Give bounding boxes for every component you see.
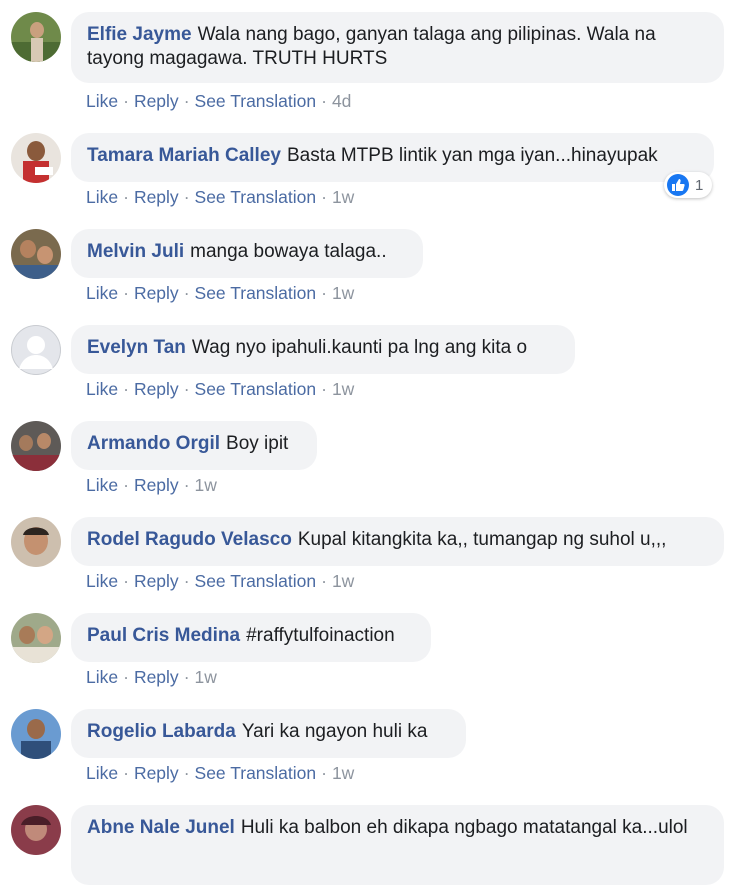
reply-link[interactable]: Reply [134,763,179,783]
like-link[interactable]: Like [86,379,118,399]
reply-link[interactable]: Reply [134,571,179,591]
comment-actions: Like · Reply · See Translation · 1w [86,283,355,303]
comment-actions: Like · Reply · See Translation · 1w [86,379,355,399]
reaction-count: 1 [695,176,704,194]
comment-bubble: Paul Cris Medina #raffytulfoinaction [71,613,431,662]
see-translation-link[interactable]: See Translation [195,571,317,591]
comment-text: Yari ka ngayon huli ka [241,721,428,742]
default-avatar-icon[interactable] [11,325,61,375]
comment-actions: Like · Reply · See Translation · 4d [86,91,352,111]
like-link[interactable]: Like [86,475,118,495]
like-link[interactable]: Like [86,187,118,207]
comment-author[interactable]: Abne Nale Junel [87,817,235,838]
avatar[interactable] [11,613,61,663]
avatar[interactable] [11,133,61,183]
reply-link[interactable]: Reply [134,187,179,207]
comment-timestamp[interactable]: 1w [195,475,217,495]
comment-author[interactable]: Elfie Jayme [87,24,192,45]
like-link[interactable]: Like [86,91,118,111]
comment-bubble: Rogelio Labarda Yari ka ngayon huli ka [71,709,466,758]
see-translation-link[interactable]: See Translation [195,283,317,303]
comment-bubble: Abne Nale Junel Huli ka balbon eh dikapa … [71,805,724,885]
like-thumb-icon [667,174,689,196]
comment-timestamp[interactable]: 1w [332,763,354,783]
comment-timestamp[interactable]: 4d [332,91,351,111]
comment-bubble: Evelyn Tan Wag nyo ipahuli.kaunti pa lng … [71,325,575,374]
reply-link[interactable]: Reply [134,283,179,303]
comment-bubble: Tamara Mariah Calley Basta MTPB lintik ya… [71,133,714,182]
avatar[interactable] [11,421,61,471]
comment-actions: Like · Reply · See Translation · 1w [86,571,355,591]
avatar[interactable] [11,517,61,567]
reaction-count-badge[interactable]: 1 [664,172,712,198]
comment-bubble: Armando Orgil Boy ipit [71,421,317,470]
comment-author[interactable]: Evelyn Tan [87,337,186,358]
comment-bubble: Melvin Juli manga bowaya talaga.. [71,229,423,278]
comment-bubble: Elfie Jayme Wala nang bago, ganyan talaga… [71,12,724,83]
comment-timestamp[interactable]: 1w [332,571,354,591]
comment-text: Huli ka balbon eh dikapa ngbago matatang… [240,817,688,838]
comment-text: Wag nyo ipahuli.kaunti pa lng ang kita o [191,337,528,358]
reply-link[interactable]: Reply [134,667,179,687]
comment-timestamp[interactable]: 1w [332,379,354,399]
comment-timestamp[interactable]: 1w [332,283,354,303]
comment-actions: Like · Reply · 1w [86,475,217,495]
comment-bubble: Rodel Ragudo Velasco Kupal kitangkita ka,… [71,517,724,566]
like-link[interactable]: Like [86,571,118,591]
comment-text: Kupal kitangkita ka,, tumangap ng suhol … [297,529,667,550]
comment-author[interactable]: Paul Cris Medina [87,625,240,646]
comment-author[interactable]: Rodel Ragudo Velasco [87,529,292,550]
comment-author[interactable]: Melvin Juli [87,241,184,262]
comment-timestamp[interactable]: 1w [332,187,354,207]
see-translation-link[interactable]: See Translation [195,763,317,783]
comment-text: Basta MTPB lintik yan mga iyan...hinayup… [286,145,658,166]
reply-link[interactable]: Reply [134,379,179,399]
reply-link[interactable]: Reply [134,475,179,495]
see-translation-link[interactable]: See Translation [195,379,317,399]
like-link[interactable]: Like [86,283,118,303]
comment-text: manga bowaya talaga.. [190,241,387,262]
comment-text: #raffytulfoinaction [246,625,395,646]
like-link[interactable]: Like [86,763,118,783]
see-translation-link[interactable]: See Translation [195,91,317,111]
avatar[interactable] [11,709,61,759]
comment-actions: Like · Reply · 1w [86,667,217,687]
see-translation-link[interactable]: See Translation [195,187,317,207]
avatar[interactable] [11,229,61,279]
comment-timestamp[interactable]: 1w [195,667,217,687]
like-link[interactable]: Like [86,667,118,687]
comment-actions: Like · Reply · See Translation · 1w [86,763,355,783]
comment-text: Boy ipit [226,433,289,454]
comment-author[interactable]: Armando Orgil [87,433,220,454]
comment-author[interactable]: Tamara Mariah Calley [87,145,281,166]
comment-actions: Like · Reply · See Translation · 1w [86,187,355,207]
reply-link[interactable]: Reply [134,91,179,111]
avatar[interactable] [11,805,61,855]
comment-author[interactable]: Rogelio Labarda [87,721,236,742]
avatar[interactable] [11,12,61,62]
